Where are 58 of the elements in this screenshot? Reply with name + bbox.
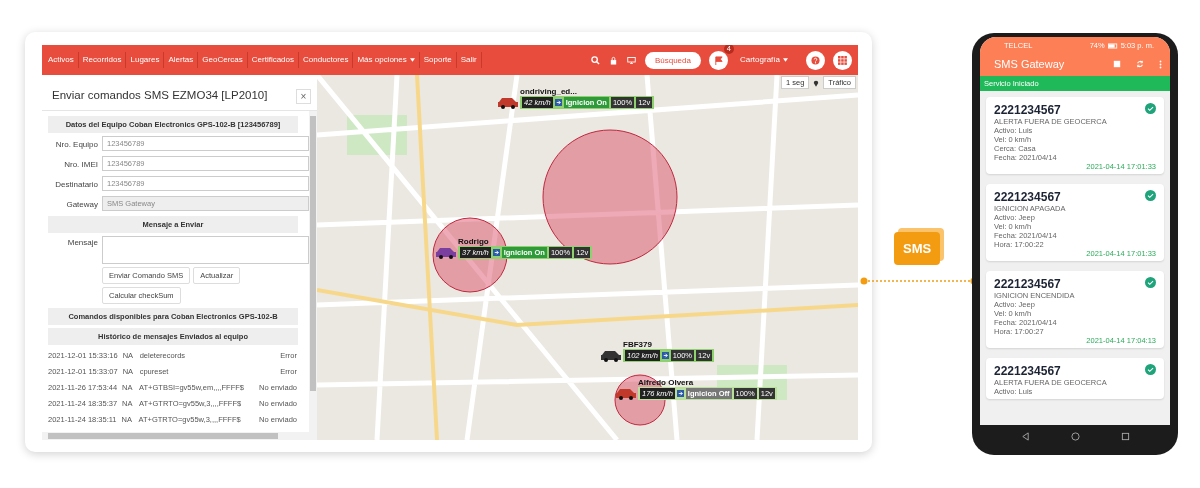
car-icon[interactable]: [600, 350, 622, 362]
flag-icon: [713, 55, 723, 65]
battery-icon: [1107, 42, 1118, 49]
phone-number: 2221234567: [994, 364, 1061, 378]
nav-link[interactable]: Soporte: [419, 52, 457, 68]
caret-icon: [409, 58, 415, 62]
vertical-scrollbar[interactable]: [309, 111, 317, 432]
lock-icon[interactable]: [608, 55, 618, 65]
field-label: Gateway: [65, 199, 98, 211]
monitor-icon[interactable]: [626, 55, 636, 65]
nav-link[interactable]: Alertas: [164, 52, 199, 68]
field-label: Destinatario: [54, 179, 98, 191]
vehicle-name: ondriving_ed...: [520, 87, 578, 96]
search-button[interactable]: Búsqueda: [644, 51, 701, 69]
nav-link[interactable]: Más opciones: [353, 52, 420, 68]
nav-link[interactable]: Conductores: [299, 52, 354, 68]
home-icon[interactable]: [1070, 431, 1080, 441]
search-icon[interactable]: [590, 55, 600, 65]
arrow-icon: [492, 249, 500, 256]
stop-icon[interactable]: [1113, 60, 1121, 68]
nav-link[interactable]: Activos: [44, 52, 79, 68]
refresh-icon[interactable]: [1136, 60, 1144, 68]
phone-number: 2221234567: [994, 190, 1061, 204]
help-button[interactable]: [806, 50, 825, 70]
map-menu[interactable]: Cartografía: [735, 52, 792, 68]
arrow-icon: [554, 99, 562, 106]
message-field[interactable]: [102, 236, 309, 264]
close-button[interactable]: ×: [296, 89, 311, 104]
phone-number: 2221234567: [994, 277, 1061, 291]
field-label: Nro. IMEI: [63, 159, 98, 171]
recents-icon[interactable]: [1120, 431, 1130, 441]
help-icon: [811, 55, 820, 65]
arrow-icon: [661, 352, 669, 359]
grid-icon: [838, 55, 847, 65]
pin-icon[interactable]: [813, 78, 820, 87]
app-title: SMS Gateway: [994, 58, 1065, 70]
vehicle-name: Alfredo Olvera: [638, 378, 695, 387]
more-icon[interactable]: [1159, 59, 1162, 69]
dialog-title: Enviar comandos SMS EZMO34 [LP2010]: [52, 88, 268, 101]
car-icon[interactable]: [435, 247, 457, 259]
nav-link[interactable]: Salir: [456, 52, 482, 68]
phone-number: 2221234567: [994, 103, 1061, 117]
field-label: Mensaje: [66, 237, 98, 249]
grid-button[interactable]: [833, 50, 852, 70]
vehicle-name: Rodrigo: [458, 237, 490, 246]
alerts-button[interactable]: [708, 50, 728, 70]
caret-icon: [783, 58, 788, 62]
nav-link[interactable]: Lugares: [126, 52, 165, 68]
field-label: Nro. Equipo: [54, 139, 98, 151]
vehicle-name: FBF379: [623, 340, 653, 349]
car-icon[interactable]: [615, 388, 637, 400]
arrow-icon: [676, 390, 684, 397]
nav-link[interactable]: Recorridos: [78, 52, 127, 68]
back-icon[interactable]: [1020, 431, 1030, 441]
car-icon[interactable]: [497, 97, 519, 109]
nav-link[interactable]: Certificados: [247, 52, 300, 68]
horizontal-scrollbar[interactable]: [42, 432, 317, 440]
nav-link[interactable]: GeoCercas: [198, 52, 248, 68]
